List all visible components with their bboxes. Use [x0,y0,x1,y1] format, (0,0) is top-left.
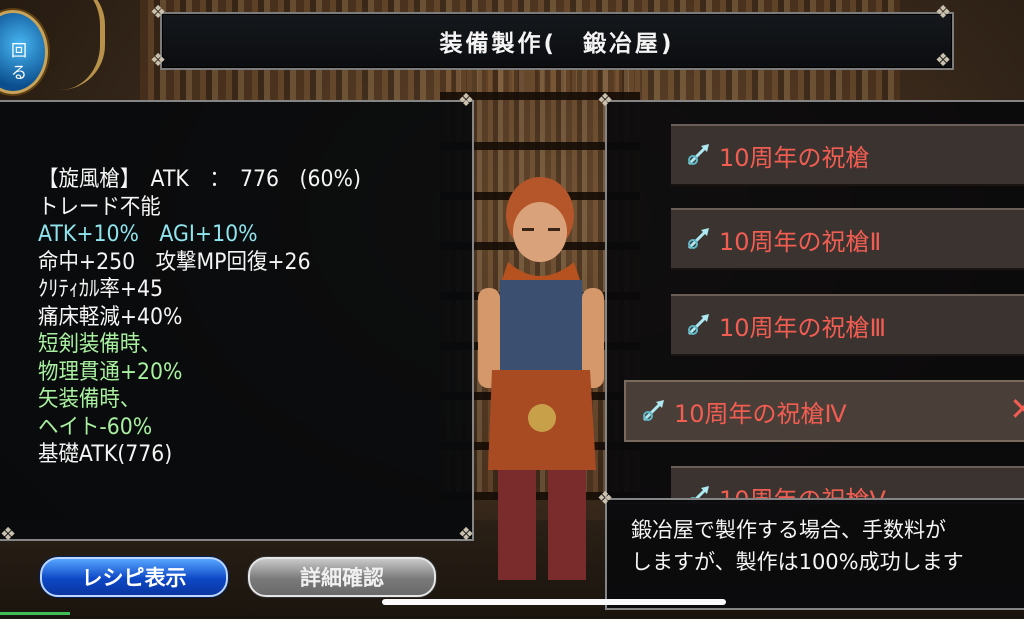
message-box: 鍛冶屋で製作する場合、手数料が しますが、製作は100%成功します [605,498,1024,610]
spear-icon [687,144,709,166]
corner-ornament-icon: ❖ [935,50,952,71]
stat-line: ヘイト-60% [38,414,153,440]
recipe-item[interactable]: 10周年の祝槍Ⅲ [671,294,1024,356]
recipe-label: 10周年の祝槍Ⅳ [674,399,847,428]
recipe-label: 10周年の祝槍 [719,143,870,172]
circle-button-label-bottom: る [11,63,28,82]
corner-ornament-icon: ❖ [597,90,614,111]
recipe-item[interactable]: 10周年の祝槍Ⅱ [671,208,1024,270]
deselect-close-icon[interactable]: ✕ [1009,393,1024,425]
gold-frame-arc [60,0,105,90]
corner-ornament-icon: ❖ [458,90,475,111]
stat-line: ｸﾘﾃｨｶﾙ率+45 [38,277,164,302]
show-recipe-button[interactable]: レシピ表示 [40,557,228,597]
page-title: 装備製作( 鍛冶屋) [439,31,675,57]
view-details-button[interactable]: 詳細確認 [248,557,436,597]
corner-ornament-icon: ❖ [597,488,614,509]
corner-ornament-icon: ❖ [458,524,475,545]
home-indicator[interactable] [382,599,726,605]
stat-line: トレード不能 [38,194,161,220]
player-character [478,177,604,580]
recipe-label: 10周年の祝槍Ⅲ [719,313,887,342]
corner-ornament-icon: ❖ [150,2,167,23]
item-info-panel: 【旋風槍】 ATK ： 776 (60%) トレード不能 ATK+10% AGI+1… [0,100,474,541]
title-bar: 装備製作( 鍛冶屋) [160,12,954,70]
stat-line: 基礎ATK(776) [38,442,173,467]
message-line: しますが、製作は100%成功します [631,550,964,574]
stat-line: 矢装備時、 [38,387,141,412]
recipe-item[interactable]: 10周年の祝槍 [671,124,1024,186]
spear-icon [687,314,709,336]
spear-icon [642,400,664,422]
message-line: 鍛冶屋で製作する場合、手数料が [631,518,946,542]
corner-ornament-icon: ❖ [0,524,17,545]
recipe-item-selected[interactable]: 10周年の祝槍Ⅳ ✕ [624,380,1024,442]
circle-button-label-top: 回 [11,41,28,60]
stat-line: 【旋風槍】 ATK ： 776 (60%) [38,167,361,192]
spear-icon [687,228,709,250]
progress-line [0,612,70,615]
stat-line: 短剣装備時、 [38,332,161,357]
stat-line: 物理貫通+20% [38,359,183,385]
stat-line: 命中+250 攻撃MP回復+26 [38,249,311,275]
item-stats: 【旋風槍】 ATK ： 776 (60%) トレード不能 ATK+10% AGI+1… [38,166,385,469]
corner-ornament-icon: ❖ [935,2,952,23]
recipe-label: 10周年の祝槍Ⅱ [719,227,882,256]
recipe-list-panel: 10周年の祝槍 10周年の祝槍Ⅱ 10周年の祝槍Ⅲ 10周年の祝槍Ⅳ ✕ 10周… [605,100,1024,504]
back-circle-button[interactable]: 回 る [0,10,48,94]
corner-ornament-icon: ❖ [150,50,167,71]
stat-line: ATK+10% AGI+10% [38,222,258,247]
stat-line: 痛床軽減+40% [38,304,183,330]
